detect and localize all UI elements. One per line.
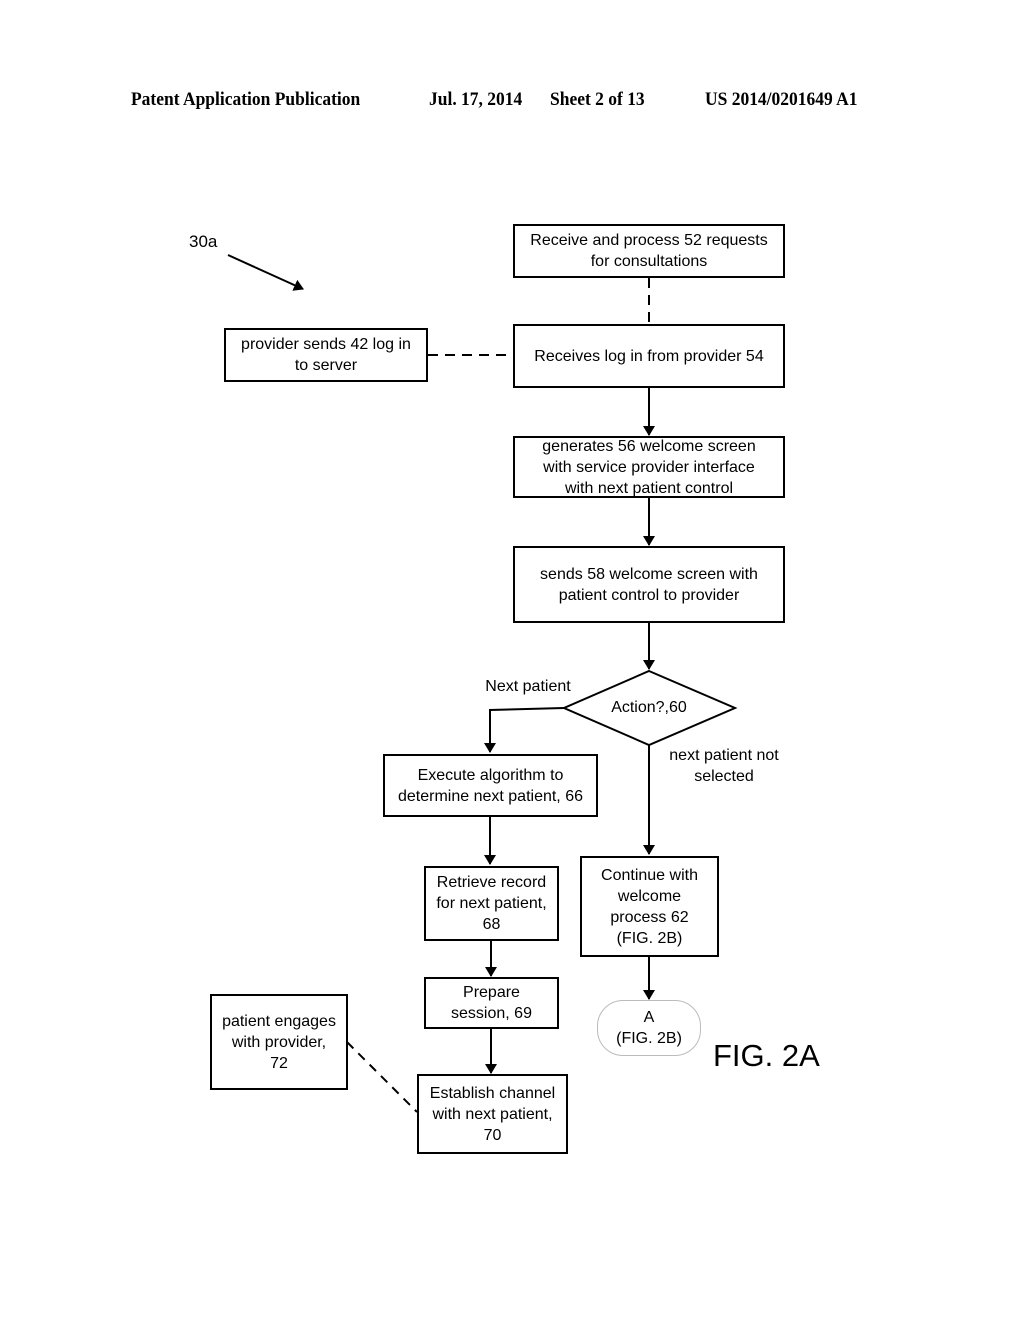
node-66-execute-algorithm: Execute algorithm to determine next pati… bbox=[383, 754, 598, 817]
reference-label: 30a bbox=[189, 232, 218, 251]
edge-label-next-patient: Next patient bbox=[485, 678, 571, 695]
figure-label: FIG. 2A bbox=[713, 1038, 820, 1073]
node-69-prepare-session: Prepare session, 69 bbox=[424, 977, 559, 1029]
node-58-sends-welcome: sends 58 welcome screen with patient con… bbox=[513, 546, 785, 623]
node-54-receives-login: Receives log in from provider 54 bbox=[513, 324, 785, 388]
ref-pointer-arrow bbox=[227, 254, 304, 291]
connector-A-terminal: A (FIG. 2B) bbox=[597, 1000, 701, 1056]
edge-60-66 bbox=[484, 707, 565, 753]
node-42-provider-login: provider sends 42 log in to server bbox=[224, 328, 428, 382]
edge-72-70 bbox=[346, 1041, 418, 1113]
node-68-retrieve-record: Retrieve record for next patient, 68 bbox=[424, 866, 559, 941]
node-56-generates-welcome: generates 56 welcome screen with service… bbox=[513, 436, 785, 498]
node-62-continue-welcome: Continue with welcome process 62 (FIG. 2… bbox=[580, 856, 719, 957]
node-72-patient-engages: patient engages with provider, 72 bbox=[210, 994, 348, 1090]
decision-label: Action?,60 bbox=[611, 699, 687, 716]
node-70-establish-channel: Establish channel with next patient, 70 bbox=[417, 1074, 568, 1154]
edge-label-not-selected: next patient not selected bbox=[669, 747, 779, 785]
node-52-receive-requests: Receive and process 52 requests for cons… bbox=[513, 224, 785, 278]
